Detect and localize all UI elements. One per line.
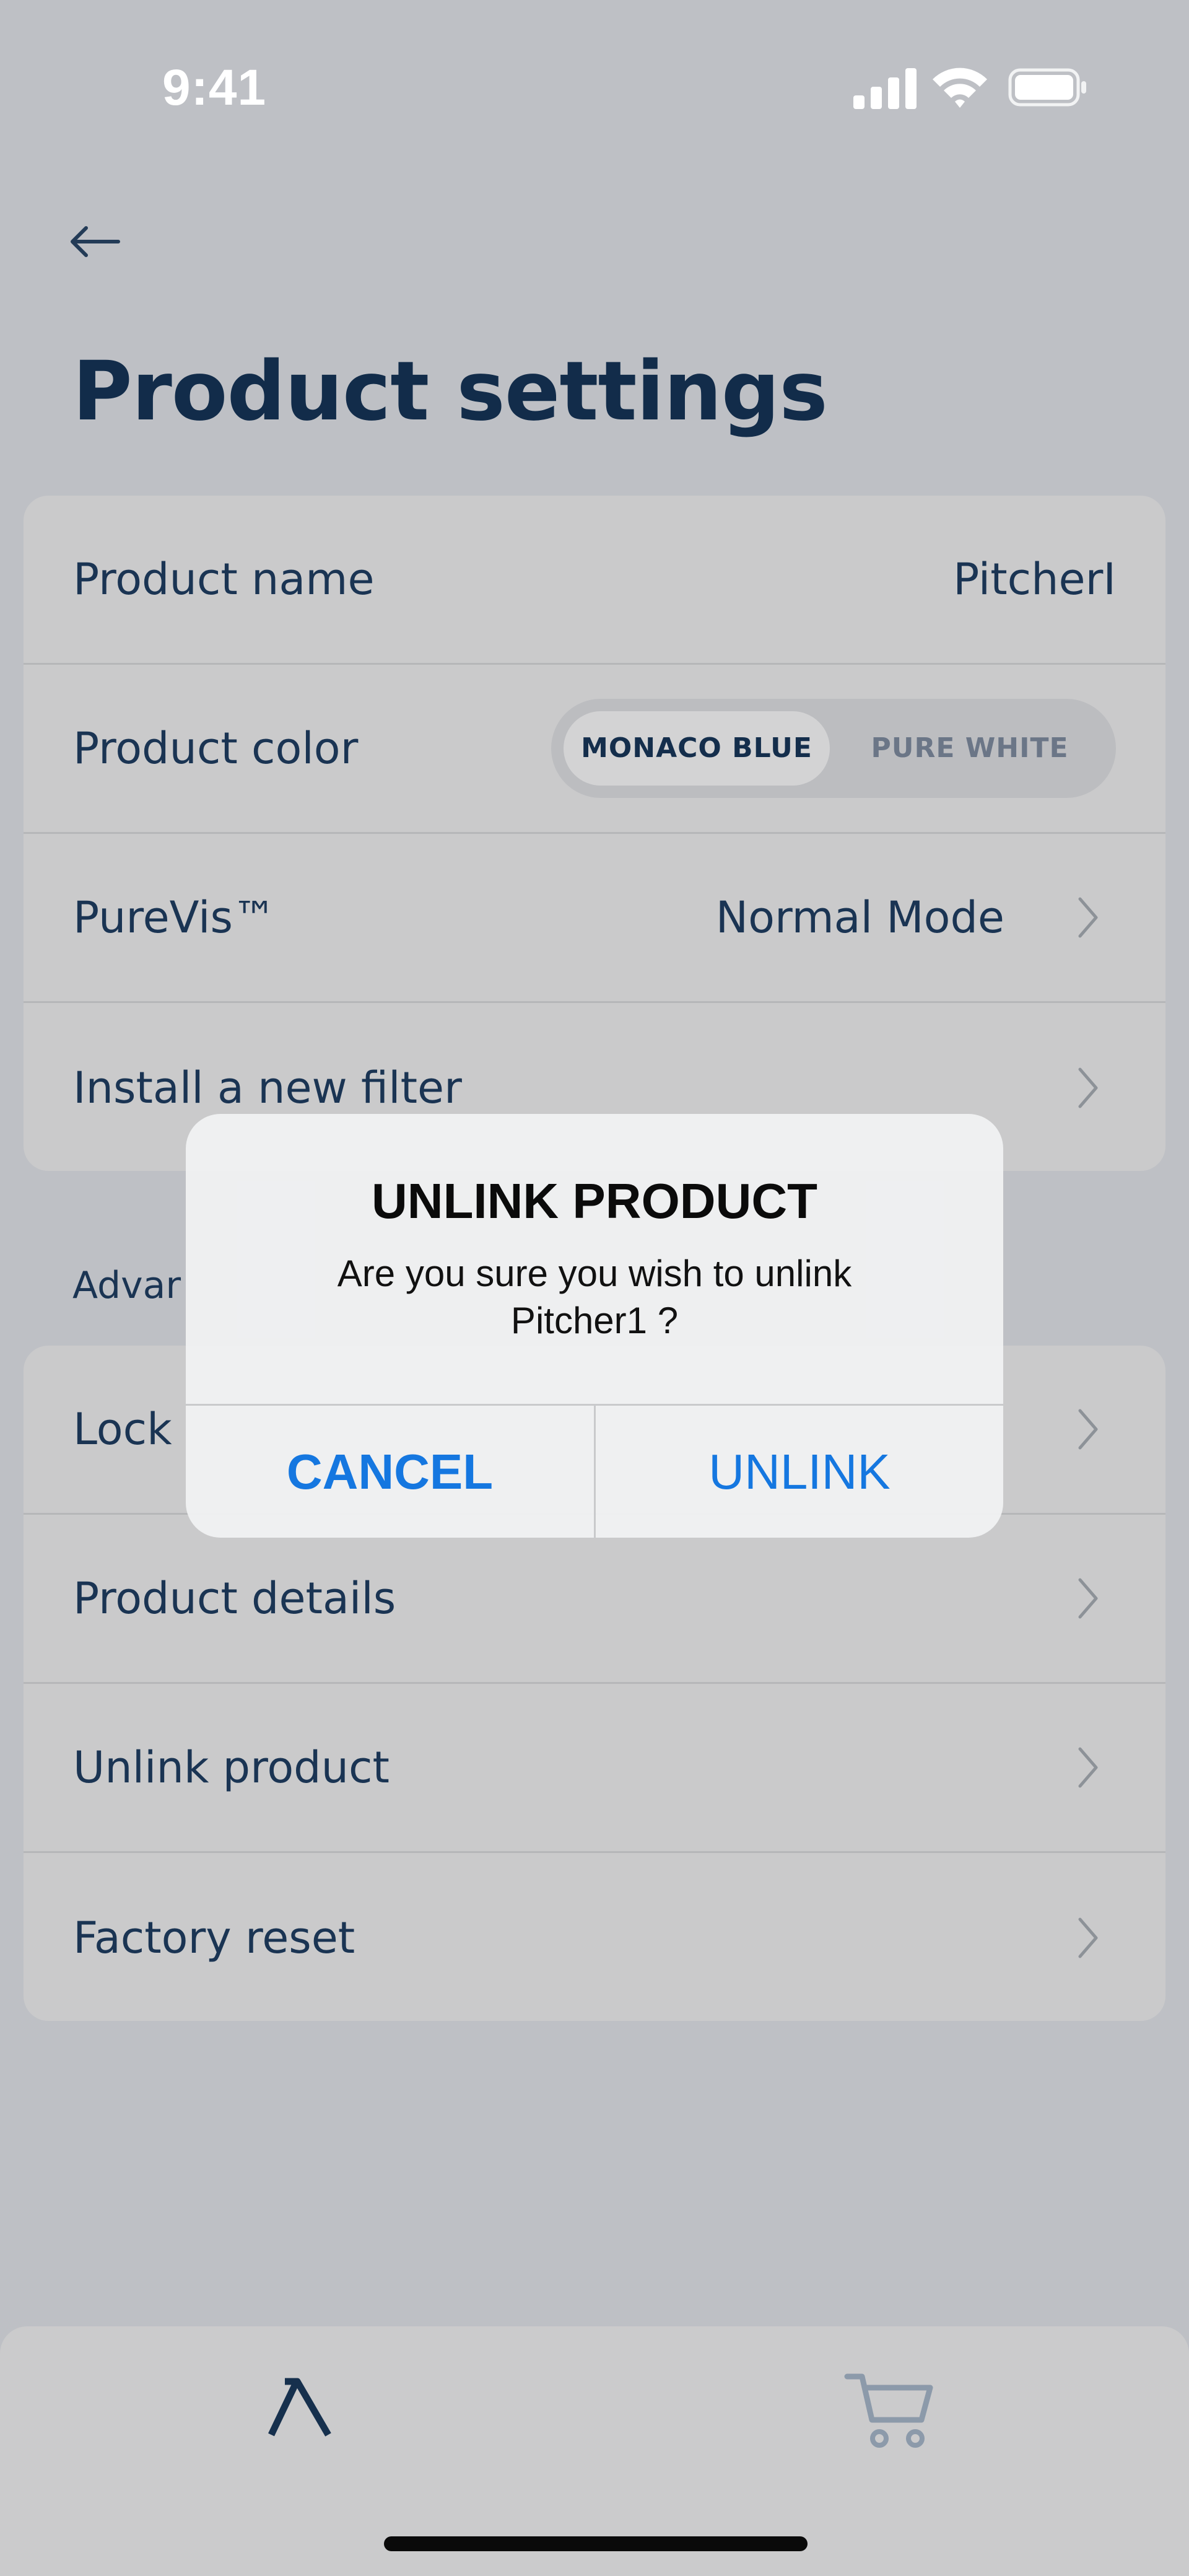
alert-title: UNLINK PRODUCT <box>372 1173 817 1229</box>
row-factory-reset[interactable]: Factory reset <box>24 1853 1165 2021</box>
row-product-details[interactable]: Product details <box>24 1515 1165 1684</box>
battery-icon <box>1008 68 1086 107</box>
status-bar: 9:41 <box>0 0 1189 180</box>
row-purevis[interactable]: PureVis™ Normal Mode <box>24 834 1165 1003</box>
row-product-name[interactable]: Product name PitcherI <box>24 496 1165 665</box>
lambda-home-icon <box>268 2378 331 2437</box>
unlink-product-label: Unlink product <box>73 1742 390 1793</box>
color-option-pure-white[interactable]: PURE WHITE <box>836 711 1104 786</box>
chevron-right-icon <box>1078 1067 1098 1108</box>
chevron-right-icon <box>1078 1747 1098 1788</box>
alert-message: Are you sure you wish to unlink Pitcher1… <box>337 1253 852 1341</box>
chevron-right-icon <box>1078 1578 1098 1619</box>
product-color-selector: MONACO BLUE PURE WHITE <box>551 699 1116 798</box>
cart-icon <box>844 2373 933 2448</box>
row-unlink-product[interactable]: Unlink product <box>24 1684 1165 1853</box>
advanced-section-label: Advar <box>72 1264 181 1307</box>
install-filter-label: Install a new filter <box>73 1062 462 1113</box>
purevis-value: Normal Mode <box>715 892 1004 943</box>
back-button[interactable] <box>65 217 133 266</box>
factory-reset-label: Factory reset <box>73 1912 355 1963</box>
arrow-left-icon <box>71 226 120 257</box>
unlink-button[interactable]: UNLINK <box>596 1406 1003 1538</box>
home-indicator <box>384 2536 808 2551</box>
color-option-monaco-blue[interactable]: MONACO BLUE <box>564 711 830 786</box>
wifi-icon <box>933 68 987 108</box>
product-color-label: Product color <box>73 723 359 774</box>
chevron-right-icon <box>1078 1917 1098 1958</box>
product-name-label: Product name <box>73 554 375 605</box>
product-settings-card: Product name PitcherI Product color MONA… <box>24 496 1165 1171</box>
page-title: Product settings <box>72 344 828 439</box>
product-name-value: PitcherI <box>953 554 1116 605</box>
unlink-alert-dialog: UNLINK PRODUCT Are you sure you wish to … <box>186 1114 1003 1538</box>
tab-cart[interactable] <box>843 2365 936 2452</box>
row-product-color: Product color MONACO BLUE PURE WHITE <box>24 665 1165 834</box>
product-details-label: Product details <box>73 1573 396 1624</box>
tab-home[interactable] <box>266 2373 334 2441</box>
chevron-right-icon <box>1078 1409 1098 1450</box>
lock-label: Lock <box>73 1404 172 1455</box>
cancel-button[interactable]: CANCEL <box>186 1406 594 1538</box>
purevis-label: PureVis™ <box>73 892 276 943</box>
signal-icon <box>853 68 917 109</box>
chevron-right-icon <box>1078 897 1098 938</box>
status-time: 9:41 <box>162 59 267 116</box>
